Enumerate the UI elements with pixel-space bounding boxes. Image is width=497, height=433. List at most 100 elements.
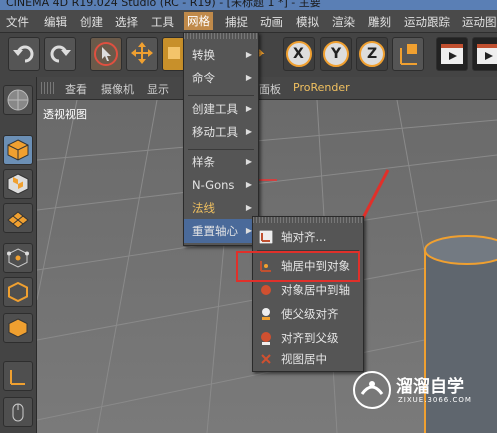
submenu-arrow-icon: ▶ bbox=[245, 104, 252, 113]
menu-item-ngons-label: N-Gons bbox=[192, 178, 235, 192]
menu-simulate[interactable]: 模拟 bbox=[296, 14, 319, 30]
window-title: CINEMA 4D R19.024 Studio (RC - R19) - [未… bbox=[6, 0, 321, 9]
title-bar: CINEMA 4D R19.024 Studio (RC - R19) - [未… bbox=[0, 0, 497, 10]
clapper-icon-2 bbox=[477, 44, 497, 64]
watermark-logo: 溜溜自学 ZIXUE.3066.COM bbox=[350, 366, 478, 414]
watermark-name: 溜溜自学 bbox=[396, 377, 464, 397]
point-mode-button[interactable] bbox=[3, 243, 33, 273]
view-menu-prorender[interactable]: ProRender bbox=[293, 81, 350, 94]
submenu-arrow-icon: ▶ bbox=[245, 157, 252, 166]
menu-file[interactable]: 文件 bbox=[6, 14, 29, 30]
submenu-item-axis-align[interactable]: 轴对齐... bbox=[253, 225, 363, 249]
center-object-icon bbox=[261, 285, 271, 295]
cursor-circle-icon bbox=[94, 42, 118, 66]
redo-button[interactable] bbox=[44, 37, 76, 71]
tweak-mode-button[interactable] bbox=[3, 397, 33, 427]
texture-mode-button[interactable] bbox=[3, 169, 33, 199]
menu-item-convert[interactable]: 转换 ▶ bbox=[184, 43, 258, 67]
view-menu-display[interactable]: 显示 bbox=[147, 81, 169, 97]
sphere-grid-icon bbox=[7, 89, 29, 111]
menu-item-spline[interactable]: 样条 ▶ bbox=[184, 150, 258, 174]
axis-align-icon bbox=[259, 230, 273, 244]
make-editable-button[interactable] bbox=[3, 85, 33, 115]
menu-tools[interactable]: 工具 bbox=[151, 14, 174, 30]
submenu-grip[interactable] bbox=[253, 217, 363, 223]
z-axis-label: Z bbox=[367, 46, 378, 62]
y-axis-lock-button[interactable]: Y bbox=[320, 37, 352, 71]
menu-select[interactable]: 选择 bbox=[115, 14, 138, 30]
submenu-item-axis-align-label: 轴对齐... bbox=[281, 230, 327, 244]
menu-snap[interactable]: 捕捉 bbox=[225, 14, 248, 30]
viewport-menu-bar: 查看 摄像机 显示 面板 ProRender bbox=[37, 77, 497, 100]
y-axis-label: Y bbox=[331, 46, 342, 62]
x-axis-label: X bbox=[293, 46, 304, 62]
menu-item-move-tools-label: 移动工具 bbox=[192, 125, 238, 139]
menu-mograph[interactable]: 运动图 bbox=[462, 14, 497, 30]
view-menu-view[interactable]: 查看 bbox=[65, 81, 87, 97]
view-menu-panel[interactable]: 面板 bbox=[259, 81, 281, 97]
submenu-arrow-icon: ▶ bbox=[245, 180, 252, 189]
submenu-item-center-view[interactable]: 视图居中 bbox=[253, 347, 363, 371]
edges-cube-icon bbox=[8, 281, 28, 303]
submenu-arrow-icon: ▶ bbox=[245, 127, 252, 136]
menu-grip[interactable] bbox=[184, 33, 258, 39]
menu-render[interactable]: 渲染 bbox=[332, 14, 355, 30]
undo-button[interactable] bbox=[8, 37, 40, 71]
model-mode-button[interactable] bbox=[3, 135, 33, 165]
axis-mode-button[interactable] bbox=[3, 361, 33, 391]
menu-item-commands[interactable]: 命令 ▶ bbox=[184, 66, 258, 90]
menu-item-reset-pivot[interactable]: 重置轴心 ▶ bbox=[184, 219, 258, 243]
edge-mode-button[interactable] bbox=[3, 277, 33, 307]
render-view-button[interactable] bbox=[436, 37, 468, 71]
move-arrows-icon bbox=[131, 42, 153, 64]
menu-item-normals-label: 法线 bbox=[192, 201, 215, 215]
live-select-button[interactable] bbox=[90, 37, 122, 71]
menu-item-normals[interactable]: 法线 ▶ bbox=[184, 196, 258, 220]
watermark-emblem-icon bbox=[353, 371, 391, 409]
render-picture-viewer-button[interactable] bbox=[472, 37, 497, 71]
submenu-item-align-parent-label: 使父级对齐 bbox=[281, 307, 339, 321]
menu-bar: 文件 编辑 创建 选择 工具 网格 捕捉 动画 模拟 渲染 雕刻 运动跟踪 运动… bbox=[0, 10, 497, 33]
menu-sculpt[interactable]: 雕刻 bbox=[368, 14, 391, 30]
coordinate-system-icon bbox=[400, 44, 417, 65]
points-cube-icon bbox=[7, 248, 29, 268]
menu-item-create-tools[interactable]: 创建工具 ▶ bbox=[184, 97, 258, 121]
checker-cube-icon bbox=[7, 173, 29, 195]
move-tool-button[interactable] bbox=[126, 37, 158, 71]
view-menu-camera[interactable]: 摄像机 bbox=[101, 81, 134, 97]
menu-item-reset-pivot-label: 重置轴心 bbox=[192, 224, 238, 238]
center-view-icon bbox=[261, 354, 271, 364]
z-axis-lock-button[interactable]: Z bbox=[356, 37, 388, 71]
align-to-parent-icon bbox=[261, 332, 271, 345]
menu-motion-tracking[interactable]: 运动跟踪 bbox=[404, 14, 450, 30]
watermark-url: ZIXUE.3066.COM bbox=[398, 396, 472, 404]
align-parent-icon bbox=[262, 308, 270, 320]
viewport-grip[interactable] bbox=[41, 82, 55, 94]
menu-item-ngons[interactable]: N-Gons ▶ bbox=[184, 173, 258, 197]
x-axis-lock-button[interactable]: X bbox=[283, 37, 315, 71]
polygon-cube-icon bbox=[8, 318, 28, 338]
coordinate-system-button[interactable] bbox=[392, 37, 424, 71]
mode-palette bbox=[0, 77, 37, 433]
viewport-label: 透视视图 bbox=[43, 108, 87, 121]
workplane-mode-button[interactable] bbox=[3, 203, 33, 233]
clapper-icon bbox=[441, 44, 463, 64]
grid-plane-icon bbox=[7, 211, 29, 229]
redo-icon bbox=[50, 45, 71, 63]
menu-animate[interactable]: 动画 bbox=[260, 14, 283, 30]
cube-icon bbox=[7, 139, 29, 161]
mouse-icon bbox=[12, 403, 24, 422]
menu-edit[interactable]: 编辑 bbox=[44, 14, 67, 30]
submenu-item-align-parent[interactable]: 使父级对齐 bbox=[253, 302, 363, 326]
axis-icon bbox=[10, 370, 25, 385]
polygon-mode-button[interactable] bbox=[3, 313, 33, 343]
reset-pivot-submenu: 轴对齐... 轴居中到对象 对象居中到轴 使父级对齐 对齐到父级 视图居中 bbox=[252, 216, 364, 372]
submenu-arrow-icon: ▶ bbox=[245, 73, 252, 82]
menu-item-spline-label: 样条 bbox=[192, 155, 215, 169]
submenu-item-center-view-label: 视图居中 bbox=[281, 352, 327, 366]
menu-item-commands-label: 命令 bbox=[192, 71, 215, 85]
menu-item-convert-label: 转换 bbox=[192, 48, 215, 62]
menu-create[interactable]: 创建 bbox=[80, 14, 103, 30]
menu-item-move-tools[interactable]: 移动工具 ▶ bbox=[184, 120, 258, 144]
menu-mesh[interactable]: 网格 bbox=[184, 12, 213, 30]
